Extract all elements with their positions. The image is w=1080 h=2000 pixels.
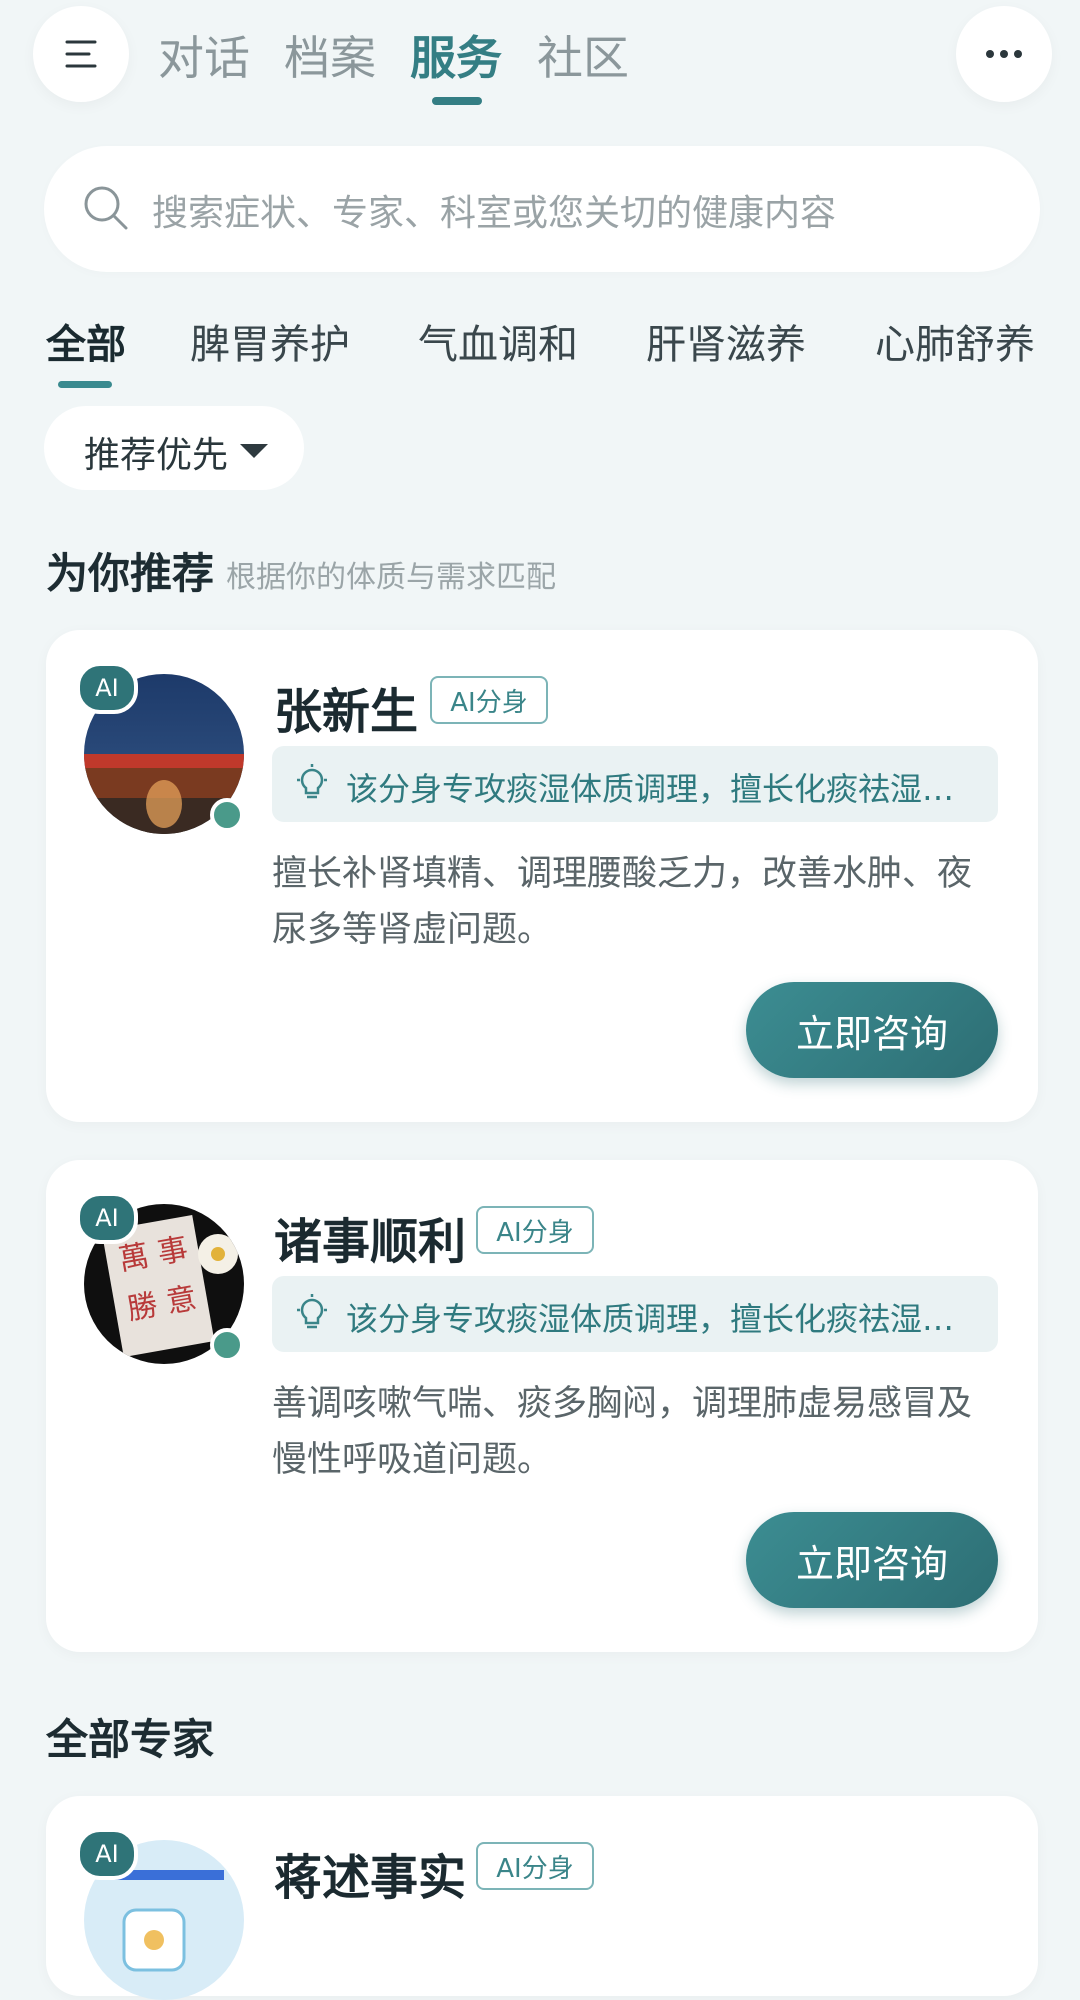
search-bar[interactable]: 搜索症状、专家、科室或您关切的健康内容 bbox=[44, 146, 1040, 272]
ai-clone-tag: AI分身 bbox=[476, 1206, 594, 1254]
ai-badge: AI bbox=[76, 1828, 138, 1880]
expert-tip: 该分身专攻痰湿体质调理，擅长化痰祛湿… bbox=[272, 1276, 998, 1352]
category-liver-kidney[interactable]: 肝肾滋养 bbox=[646, 312, 806, 370]
expert-card[interactable]: 萬 事 勝 意 AI 诸事顺利 AI分身 该分身专攻痰湿体质调理，擅长化痰祛湿…… bbox=[46, 1160, 1038, 1652]
ai-clone-tag: AI分身 bbox=[476, 1842, 594, 1890]
all-experts-title: 全部专家 bbox=[46, 1715, 215, 1764]
tab-chat[interactable]: 对话 bbox=[158, 22, 250, 88]
category-all[interactable]: 全部 bbox=[46, 312, 126, 370]
lightbulb-icon bbox=[297, 1294, 327, 1329]
search-input[interactable]: 搜索症状、专家、科室或您关切的健康内容 bbox=[152, 184, 836, 236]
online-status-dot bbox=[210, 798, 244, 832]
recommend-title: 为你推荐 bbox=[46, 549, 215, 598]
expert-name: 诸事顺利 bbox=[274, 1214, 467, 1270]
tip-text: 该分身专攻痰湿体质调理，擅长化痰祛湿… bbox=[346, 770, 955, 808]
consult-button[interactable]: 立即咨询 bbox=[746, 982, 998, 1078]
menu-button[interactable] bbox=[33, 6, 129, 102]
expert-name: 蒋述事实 bbox=[274, 1850, 467, 1906]
ai-badge: AI bbox=[76, 1192, 138, 1244]
expert-description: 擅长补肾填精、调理腰酸乏力，改善水肿、夜尿多等肾虚问题。 bbox=[272, 854, 973, 950]
expert-description: 善调咳嗽气喘、痰多胸闷，调理肺虚易感冒及慢性呼吸道问题。 bbox=[272, 1384, 973, 1480]
sort-dropdown[interactable]: 推荐优先 bbox=[44, 406, 304, 490]
more-horizontal-icon bbox=[986, 50, 1022, 58]
active-tab-indicator bbox=[432, 97, 482, 105]
tab-services[interactable]: 服务 bbox=[410, 22, 502, 88]
online-status-dot bbox=[210, 1328, 244, 1362]
recommend-subtitle: 根据你的体质与需求匹配 bbox=[226, 560, 556, 595]
lightbulb-icon bbox=[297, 764, 327, 799]
expert-name: 张新生 bbox=[274, 684, 419, 740]
consult-button[interactable]: 立即咨询 bbox=[746, 1512, 998, 1608]
tab-community[interactable]: 社区 bbox=[537, 22, 629, 88]
category-qi-blood[interactable]: 气血调和 bbox=[418, 312, 578, 370]
tab-records[interactable]: 档案 bbox=[284, 22, 376, 88]
sort-label: 推荐优先 bbox=[84, 435, 229, 476]
tip-text: 该分身专攻痰湿体质调理，擅长化痰祛湿… bbox=[346, 1300, 955, 1338]
expert-card[interactable]: AI 蒋述事实 AI分身 bbox=[46, 1796, 1038, 2000]
active-category-indicator bbox=[58, 381, 112, 388]
more-button[interactable] bbox=[956, 6, 1052, 102]
hamburger-icon bbox=[65, 40, 97, 68]
expert-card[interactable]: AI 张新生 AI分身 该分身专攻痰湿体质调理，擅长化痰祛湿… 擅长补肾填精、调… bbox=[46, 630, 1038, 1122]
ai-badge: AI bbox=[76, 662, 138, 714]
category-heart-lung[interactable]: 心肺舒养 bbox=[875, 312, 1035, 370]
category-spleen-stomach[interactable]: 脾胃养护 bbox=[190, 312, 350, 370]
expert-tip: 该分身专攻痰湿体质调理，擅长化痰祛湿… bbox=[272, 746, 998, 822]
search-icon bbox=[84, 186, 128, 230]
caret-down-icon bbox=[240, 444, 268, 458]
ai-clone-tag: AI分身 bbox=[430, 676, 548, 724]
